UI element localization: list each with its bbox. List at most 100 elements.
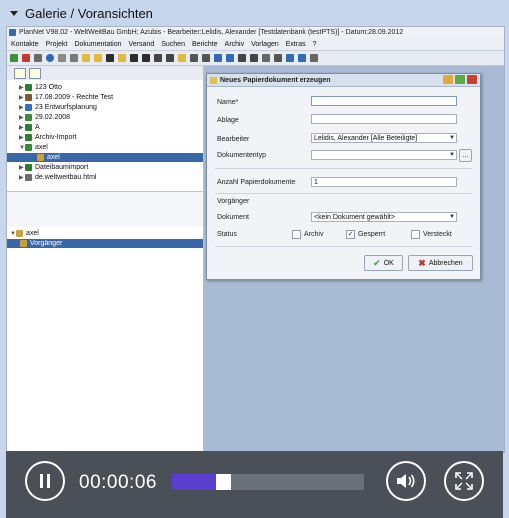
toolbar [7,51,504,66]
refresh-icon[interactable] [286,54,294,62]
grid-icon[interactable] [70,54,78,62]
dialog-icon [210,76,217,84]
folder-open-icon[interactable] [82,54,90,62]
video-player-controls: 00:00:06 [6,451,503,518]
bearbeiter-select[interactable]: Lelidis, Alexander [Alle Beteiligte] ▼ [311,133,457,143]
flag-icon[interactable] [310,54,318,62]
chevron-down-icon[interactable]: ▼ [449,152,455,158]
gallery-header[interactable]: Galerie / Voransichten [0,0,509,26]
anzahl-field[interactable]: 1 [311,177,457,187]
close-icon[interactable] [467,75,477,84]
home-icon[interactable] [22,54,30,62]
gesperrt-checkbox[interactable]: ✓ [346,230,355,239]
chart-icon[interactable] [226,54,234,62]
volume-button[interactable] [386,461,426,501]
tools-icon[interactable] [34,54,42,62]
ablage-field[interactable] [311,114,457,124]
tag-icon[interactable] [190,54,198,62]
sheet-icon[interactable] [118,54,126,62]
tree-item[interactable]: ▼ axel [19,143,48,152]
tab-tree-icon[interactable] [14,67,26,79]
tab-search-icon[interactable] [29,67,41,79]
archiv-checkbox[interactable] [292,230,301,239]
new-paper-document-dialog: Neues Papierdokument erzeugen Name* Abla… [206,73,481,280]
info-icon[interactable] [298,54,306,62]
tree-item[interactable]: ▶ 17.08.2009 - Rechte Test [19,93,113,102]
star-icon[interactable] [178,54,186,62]
tree-item[interactable]: ▶ 123 Otto [19,83,62,92]
list-icon[interactable] [58,54,66,62]
mail-icon[interactable] [274,54,282,62]
network-icon[interactable] [202,54,210,62]
name-field[interactable] [311,96,457,106]
browse-button[interactable]: ... [459,149,472,162]
menu-extras[interactable]: Extras [286,41,306,48]
dokumententyp-select[interactable]: ▼ [311,150,457,160]
tree-item[interactable]: ▶ A [19,123,40,132]
cancel-button[interactable]: ✖ Abbrechen [408,255,473,271]
versteckt-checkbox[interactable] [411,230,420,239]
chevron-down-icon[interactable]: ▼ [449,214,455,220]
plan-icon [25,104,32,111]
progress-track[interactable] [172,474,364,490]
menu-versand[interactable]: Versand [129,41,155,48]
folder-icon [25,134,32,141]
page-icon [25,174,32,181]
print-icon[interactable] [142,54,150,62]
menu-suchen[interactable]: Suchen [161,41,185,48]
up-icon[interactable] [166,54,174,62]
fm-icon[interactable] [214,54,222,62]
tree-item[interactable]: ▶ de.weltweitbau.html [19,173,96,182]
table-icon[interactable] [238,54,246,62]
divider [215,168,472,169]
copy-icon[interactable] [106,54,114,62]
stack-icon[interactable] [130,54,138,62]
speaker-icon [397,474,415,488]
menu-vorlagen[interactable]: Vorlagen [251,41,279,48]
export-icon[interactable] [154,54,162,62]
dokument-select[interactable]: <kein Dokument gewählt> ▼ [311,212,457,222]
folder-new-icon[interactable] [94,54,102,62]
world-icon[interactable] [46,54,54,62]
playback-time: 00:00:06 [79,472,157,493]
progress-handle[interactable] [216,474,231,490]
menu-dokumentation[interactable]: Dokumentation [74,41,121,48]
fullscreen-button[interactable] [444,461,484,501]
ok-button[interactable]: ✔ OK [364,255,403,271]
menu-kontakte[interactable]: Kontakte [11,41,39,48]
versteckt-label: Versteckt [423,231,452,238]
new-icon[interactable] [10,54,18,62]
divider [215,193,472,194]
pause-button[interactable] [25,461,65,501]
chevron-down-icon[interactable]: ▼ [449,135,455,141]
tree-item[interactable]: ▶ Archiv-Import [19,133,77,142]
form-icon[interactable] [250,54,258,62]
menu-berichte[interactable]: Berichte [192,41,218,48]
folder-icon [25,84,32,91]
tree-item-selected[interactable]: axel [7,153,203,162]
tree-item[interactable]: ▶ Dateibaumimport [19,163,88,172]
fullscreen-icon [455,472,473,490]
maximize-icon[interactable] [455,75,465,84]
menu-projekt[interactable]: Projekt [46,41,68,48]
tree-item[interactable]: ▶ 23 Entwurfsplanung [19,103,97,112]
dialog-titlebar: Neues Papierdokument erzeugen [207,74,480,87]
collapse-chevron-icon[interactable] [9,8,19,18]
archiv-label: Archiv [304,231,324,238]
name-label: Name* [217,99,239,106]
menu-archiv[interactable]: Archiv [225,41,244,48]
tree-item[interactable]: ▶ 29.02.2008 [19,113,70,122]
app-title: PlanNet V98.02 - WeltWeitBau GmbH; Azubi… [19,29,404,36]
vorgaenger-heading: Vorgänger [217,198,250,205]
tree-item-selected[interactable]: Vorgänger [7,239,203,248]
gallery-title: Galerie / Voransichten [25,5,153,21]
settings-icon[interactable] [262,54,270,62]
menu-help[interactable]: ? [313,41,317,48]
dokument-label: Dokument [217,214,249,221]
folder-icon [25,164,32,171]
tree-item[interactable]: ▼ axel [10,229,39,238]
app-screenshot: PlanNet V98.02 - WeltWeitBau GmbH; Azubi… [6,26,505,453]
divider [215,246,472,247]
minimize-icon[interactable] [443,75,453,84]
doc-icon [25,114,32,121]
